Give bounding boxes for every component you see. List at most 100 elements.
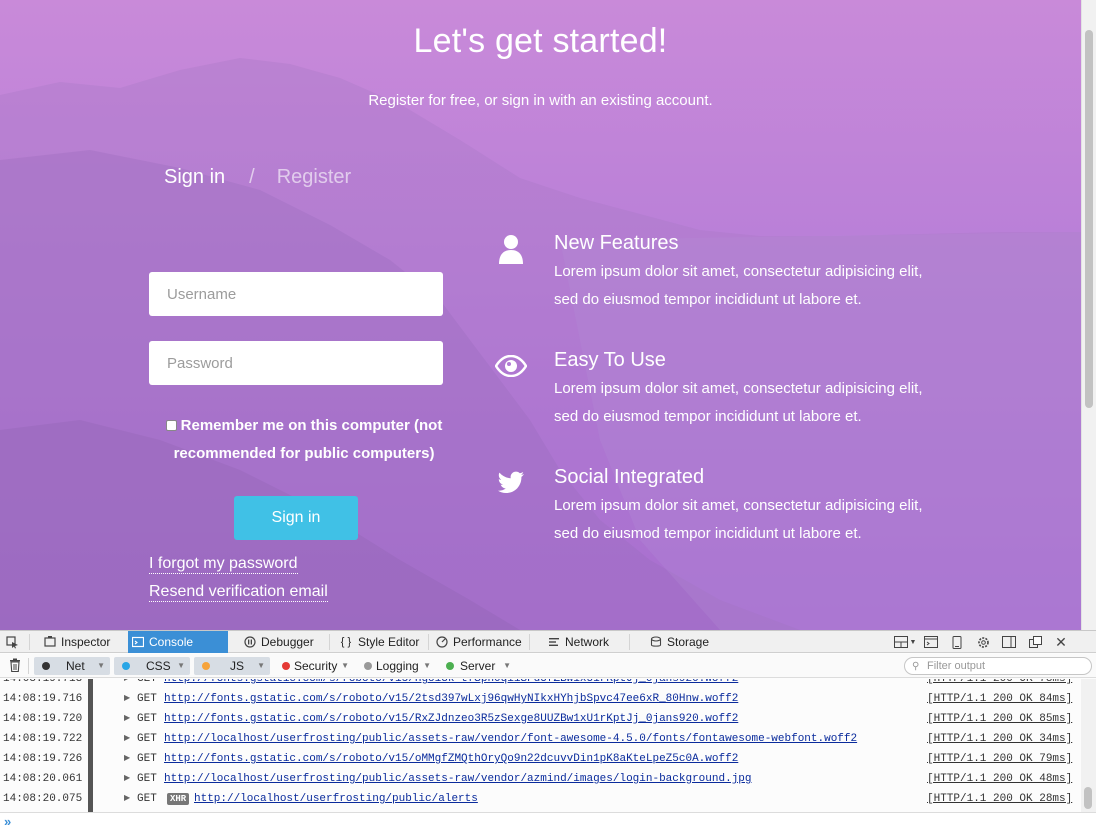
dropdown-caret-icon[interactable]: ▼ — [503, 657, 511, 675]
eye-icon — [492, 349, 530, 383]
expand-triangle-icon[interactable]: ▶ — [124, 709, 130, 729]
scrollbar-thumb[interactable] — [1085, 30, 1093, 408]
log-status[interactable]: [HTTP/1.1 200 OK 79ms] — [927, 749, 1072, 769]
expand-triangle-icon[interactable]: ▶ — [124, 789, 130, 809]
log-method: GET — [137, 793, 157, 805]
scrollbar-thumb[interactable] — [1084, 787, 1092, 809]
expand-triangle-icon[interactable]: ▶ — [124, 679, 130, 689]
clear-console-trash-icon[interactable] — [9, 658, 21, 675]
page-title: Let's get started! — [413, 22, 668, 60]
filter-server-button[interactable]: Server ▼ — [438, 657, 516, 675]
forgot-password-link[interactable]: I forgot my password — [149, 555, 298, 574]
filter-js-button[interactable]: JS ▼ — [194, 657, 270, 675]
log-status[interactable]: [HTTP/1.1 200 OK 48ms] — [927, 769, 1072, 789]
filter-css-button[interactable]: CSS ▼ — [114, 657, 190, 675]
console-icon — [132, 636, 144, 648]
filter-placeholder: Filter output — [927, 660, 986, 672]
performance-icon — [436, 636, 448, 648]
dropdown-caret-icon[interactable]: ▼ — [423, 657, 431, 675]
log-url[interactable]: http://localhost/userfrosting/public/ass… — [164, 769, 752, 789]
log-status[interactable]: [HTTP/1.1 200 OK 34ms] — [927, 729, 1072, 749]
filter-label: Net — [66, 659, 85, 673]
tab-storage[interactable]: Storage — [646, 631, 728, 653]
divider — [428, 634, 429, 650]
console-scrollbar[interactable] — [1081, 679, 1096, 812]
search-icon: ⚲ — [912, 661, 920, 672]
log-row[interactable]: 14:08:19.722 ▶ GET http://localhost/user… — [0, 729, 1081, 749]
console-filter-bar: Net ▼ CSS ▼ JS ▼ Security ▼ Logging ▼ Se… — [0, 654, 1096, 678]
username-input[interactable] — [149, 272, 443, 316]
dropdown-caret-icon[interactable]: ▼ — [257, 657, 265, 675]
expand-triangle-icon[interactable]: ▶ — [124, 769, 130, 789]
log-timestamp: 14:08:19.726 — [3, 753, 83, 765]
log-status[interactable]: [HTTP/1.1 200 OK 85ms] — [927, 709, 1072, 729]
log-row[interactable]: 14:08:19.713 ▶ GET http://fonts.gstatic.… — [0, 679, 1081, 689]
remember-me-checkbox[interactable] — [165, 419, 177, 431]
log-url[interactable]: http://localhost/userfrosting/public/ale… — [194, 789, 478, 809]
feature-title: Easy To Use — [554, 349, 666, 371]
log-row[interactable]: 14:08:20.075 ▶ GET XHR http://localhost/… — [0, 789, 1081, 809]
dropdown-caret-icon[interactable]: ▼ — [341, 657, 349, 675]
filter-logging-button[interactable]: Logging ▼ — [356, 657, 436, 675]
console-input[interactable]: » — [0, 812, 1096, 830]
resend-verification-link[interactable]: Resend verification email — [149, 583, 328, 602]
devtools-panel: Inspector Console Debugger { } Style Edi… — [0, 630, 1096, 830]
log-status[interactable]: [HTTP/1.1 200 OK 84ms] — [927, 689, 1072, 709]
dock-side-icon[interactable] — [996, 631, 1022, 653]
login-page: Let's get started! Register for free, or… — [0, 0, 1081, 630]
scratchpad-icon[interactable] — [918, 631, 944, 653]
tab-debugger[interactable]: Debugger — [240, 631, 328, 653]
tab-sign-in[interactable]: Sign in — [164, 166, 225, 189]
dropdown-caret-icon[interactable]: ▼ — [97, 657, 105, 675]
log-url[interactable]: http://localhost/userfrosting/public/ass… — [164, 729, 857, 749]
feature-description: Lorem ipsum dolor sit amet, consectetur … — [554, 497, 923, 542]
pick-element-icon[interactable] — [2, 631, 28, 653]
security-dot-icon — [282, 662, 290, 670]
log-url[interactable]: http://fonts.gstatic.com/s/roboto/v15/2t… — [164, 689, 738, 709]
log-status[interactable]: [HTTP/1.1 200 OK 78ms] — [927, 679, 1072, 689]
filter-security-button[interactable]: Security ▼ — [274, 657, 354, 675]
filter-net-button[interactable]: Net ▼ — [34, 657, 110, 675]
log-row[interactable]: 14:08:19.726 ▶ GET http://fonts.gstatic.… — [0, 749, 1081, 769]
page-scrollbar[interactable] — [1081, 0, 1096, 630]
tab-separator: / — [249, 166, 255, 188]
user-icon — [492, 232, 530, 266]
split-console-icon[interactable]: ▼ — [892, 631, 918, 653]
remember-me-label[interactable]: Remember me on this computer (not recomm… — [174, 417, 443, 462]
log-row[interactable]: 14:08:19.716 ▶ GET http://fonts.gstatic.… — [0, 689, 1081, 709]
close-devtools-icon[interactable]: ✕ — [1048, 631, 1074, 653]
log-url[interactable]: http://fonts.gstatic.com/s/roboto/v15/Hg… — [164, 679, 738, 689]
dropdown-caret-icon[interactable]: ▼ — [177, 657, 185, 675]
divider — [29, 634, 30, 650]
tab-label: Style Editor — [358, 635, 420, 649]
log-status[interactable]: [HTTP/1.1 200 OK 28ms] — [927, 789, 1072, 809]
expand-triangle-icon[interactable]: ▶ — [124, 689, 130, 709]
divider — [529, 634, 530, 650]
tab-label: Console — [149, 635, 194, 649]
log-timestamp: 14:08:20.061 — [3, 773, 83, 785]
filter-label: CSS — [146, 659, 171, 673]
log-url[interactable]: http://fonts.gstatic.com/s/roboto/v15/oM… — [164, 749, 738, 769]
undock-window-icon[interactable] — [1022, 631, 1048, 653]
tab-console[interactable]: Console — [128, 631, 228, 653]
log-row[interactable]: 14:08:20.061 ▶ GET http://localhost/user… — [0, 769, 1081, 789]
filter-output-input[interactable]: ⚲ Filter output — [904, 657, 1092, 675]
tab-inspector[interactable]: Inspector — [40, 631, 126, 653]
tab-network[interactable]: Network — [544, 631, 628, 653]
log-method: GET — [137, 753, 157, 765]
password-input[interactable] — [149, 341, 443, 385]
xhr-badge: XHR — [167, 793, 190, 805]
responsive-mode-icon[interactable] — [944, 631, 970, 653]
prompt-chevron-icon: » — [4, 814, 12, 829]
tab-style-editor[interactable]: { } Style Editor — [335, 631, 427, 653]
log-url[interactable]: http://fonts.gstatic.com/s/roboto/v15/Rx… — [164, 709, 738, 729]
expand-triangle-icon[interactable]: ▶ — [124, 749, 130, 769]
filter-label: Logging — [376, 659, 419, 673]
sign-in-button[interactable]: Sign in — [234, 496, 358, 540]
log-row[interactable]: 14:08:19.720 ▶ GET http://fonts.gstatic.… — [0, 709, 1081, 729]
expand-triangle-icon[interactable]: ▶ — [124, 729, 130, 749]
tab-register[interactable]: Register — [277, 166, 351, 189]
settings-gear-icon[interactable] — [970, 631, 996, 653]
feature-title: New Features — [554, 232, 679, 254]
tab-performance[interactable]: Performance — [432, 631, 528, 653]
